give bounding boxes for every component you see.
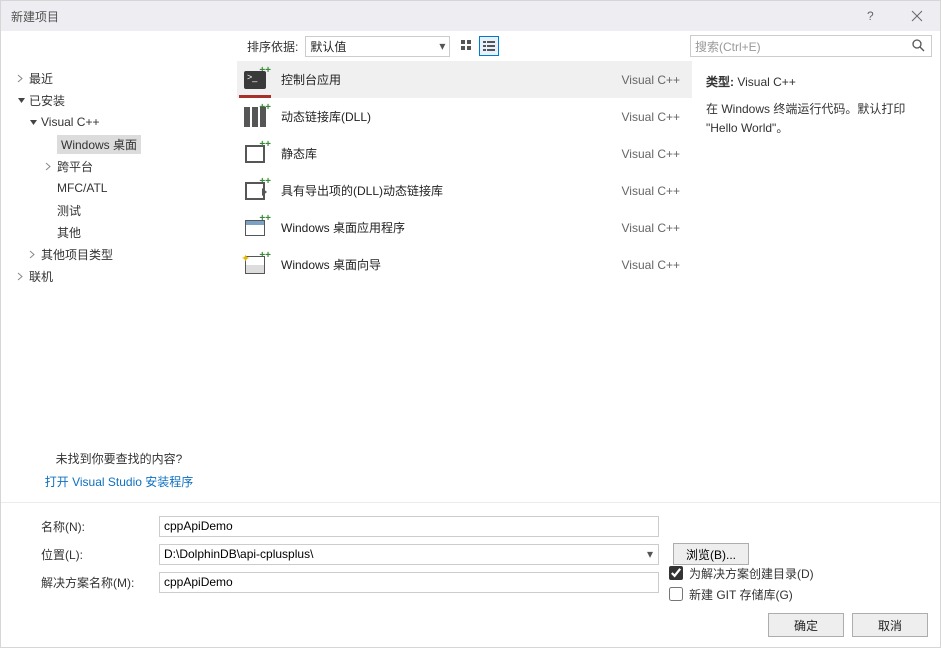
open-installer-link[interactable]: 打开 Visual Studio 安装程序 bbox=[1, 473, 237, 490]
template-row[interactable]: ++ Windows 桌面向导 Visual C++ bbox=[237, 246, 692, 283]
category-tree: 最近 已安装 Visual C++ Windows 桌面 跨平台 bbox=[1, 67, 237, 444]
main-area: 最近 已安装 Visual C++ Windows 桌面 跨平台 bbox=[1, 61, 940, 502]
cancel-button[interactable]: 取消 bbox=[852, 613, 928, 637]
dll-export-icon: ++ bbox=[241, 178, 269, 204]
search-icon[interactable] bbox=[911, 38, 927, 54]
expand-icon bbox=[43, 160, 55, 172]
top-toolbar: 排序依据: 默认值 ▾ 搜索(Ctrl+E) bbox=[1, 31, 940, 61]
sort-value: 默认值 bbox=[310, 38, 346, 55]
tree-other-types[interactable]: 其他项目类型 bbox=[9, 243, 229, 265]
solution-row: 解决方案名称(M): 为解决方案创建目录(D) 新建 GIT 存储库(G) bbox=[41, 569, 928, 595]
tree-recent[interactable]: 最近 bbox=[9, 67, 229, 89]
search-placeholder: 搜索(Ctrl+E) bbox=[695, 38, 761, 55]
location-input[interactable] bbox=[160, 545, 642, 564]
template-row[interactable]: ++ Windows 桌面应用程序 Visual C++ bbox=[237, 209, 692, 246]
tree-other-cpp[interactable]: 其他 bbox=[9, 221, 229, 243]
sidebar-footer: 未找到你要查找的内容? 打开 Visual Studio 安装程序 bbox=[1, 444, 237, 502]
sort-label: 排序依据: bbox=[247, 38, 298, 55]
location-combo[interactable]: ▾ bbox=[159, 544, 659, 565]
chevron-down-icon: ▾ bbox=[439, 39, 445, 53]
template-row[interactable]: ++ 动态链接库(DLL) Visual C++ bbox=[237, 98, 692, 135]
desktop-wizard-icon: ++ bbox=[241, 252, 269, 278]
tree-mfc-atl[interactable]: MFC/ATL bbox=[9, 177, 229, 199]
dialog-footer: 确定 取消 bbox=[1, 607, 940, 647]
template-list: ++ 控制台应用 Visual C++ ++ 动态链接库(DLL) Visual… bbox=[237, 61, 692, 502]
help-button[interactable]: ? bbox=[848, 1, 894, 31]
location-label: 位置(L): bbox=[41, 546, 159, 563]
template-row[interactable]: ++ 静态库 Visual C++ bbox=[237, 135, 692, 172]
collapse-icon bbox=[15, 94, 27, 106]
sort-dropdown[interactable]: 默认值 ▾ bbox=[305, 36, 450, 57]
collapse-icon bbox=[27, 116, 39, 128]
options-checks: 为解决方案创建目录(D) 新建 GIT 存储库(G) bbox=[669, 565, 814, 603]
new-project-dialog: 新建项目 ? 排序依据: 默认值 ▾ 搜索(Ctrl+E) bbox=[0, 0, 941, 648]
detail-description: 在 Windows 终端运行代码。默认打印 "Hello World"。 bbox=[706, 100, 926, 138]
create-git-checkbox[interactable]: 新建 GIT 存储库(G) bbox=[669, 586, 814, 603]
close-button[interactable] bbox=[894, 1, 940, 31]
solution-label: 解决方案名称(M): bbox=[41, 574, 159, 591]
not-found-text: 未找到你要查找的内容? bbox=[1, 450, 237, 467]
name-label: 名称(N): bbox=[41, 518, 159, 535]
template-row[interactable]: ++ 具有导出项的(DLL)动态链接库 Visual C++ bbox=[237, 172, 692, 209]
view-small-icons-button[interactable] bbox=[457, 36, 477, 56]
console-app-icon: ++ bbox=[241, 67, 269, 93]
project-form: 名称(N): 位置(L): ▾ 浏览(B)... 解决方案名称(M): 为解决方… bbox=[1, 502, 940, 607]
windows-app-icon: ++ bbox=[241, 215, 269, 241]
search-input[interactable]: 搜索(Ctrl+E) bbox=[690, 35, 932, 57]
svg-text:?: ? bbox=[867, 10, 874, 22]
ok-button[interactable]: 确定 bbox=[768, 613, 844, 637]
create-directory-checkbox[interactable]: 为解决方案创建目录(D) bbox=[669, 565, 814, 582]
template-row[interactable]: ++ 控制台应用 Visual C++ bbox=[237, 61, 692, 98]
expand-icon bbox=[15, 270, 27, 282]
window-buttons: ? bbox=[848, 1, 940, 31]
name-row: 名称(N): bbox=[41, 513, 928, 539]
category-sidebar: 最近 已安装 Visual C++ Windows 桌面 跨平台 bbox=[1, 61, 237, 502]
dll-icon: ++ bbox=[241, 104, 269, 130]
expand-icon bbox=[15, 72, 27, 84]
detail-type: 类型: Visual C++ bbox=[706, 73, 926, 90]
name-input[interactable] bbox=[159, 516, 659, 537]
view-list-button[interactable] bbox=[479, 36, 499, 56]
expand-icon bbox=[27, 248, 39, 260]
view-toggle bbox=[457, 36, 499, 56]
window-title: 新建项目 bbox=[11, 8, 848, 25]
template-detail: 类型: Visual C++ 在 Windows 终端运行代码。默认打印 "He… bbox=[692, 61, 940, 502]
solution-input[interactable] bbox=[159, 572, 659, 593]
chevron-down-icon[interactable]: ▾ bbox=[642, 547, 658, 561]
tree-windows-desktop[interactable]: Windows 桌面 bbox=[9, 133, 229, 155]
tree-cross-platform[interactable]: 跨平台 bbox=[9, 155, 229, 177]
tree-installed[interactable]: 已安装 bbox=[9, 89, 229, 111]
tree-online[interactable]: 联机 bbox=[9, 265, 229, 287]
tree-test[interactable]: 测试 bbox=[9, 199, 229, 221]
titlebar: 新建项目 ? bbox=[1, 1, 940, 31]
tree-visual-cpp[interactable]: Visual C++ bbox=[9, 111, 229, 133]
static-lib-icon: ++ bbox=[241, 141, 269, 167]
